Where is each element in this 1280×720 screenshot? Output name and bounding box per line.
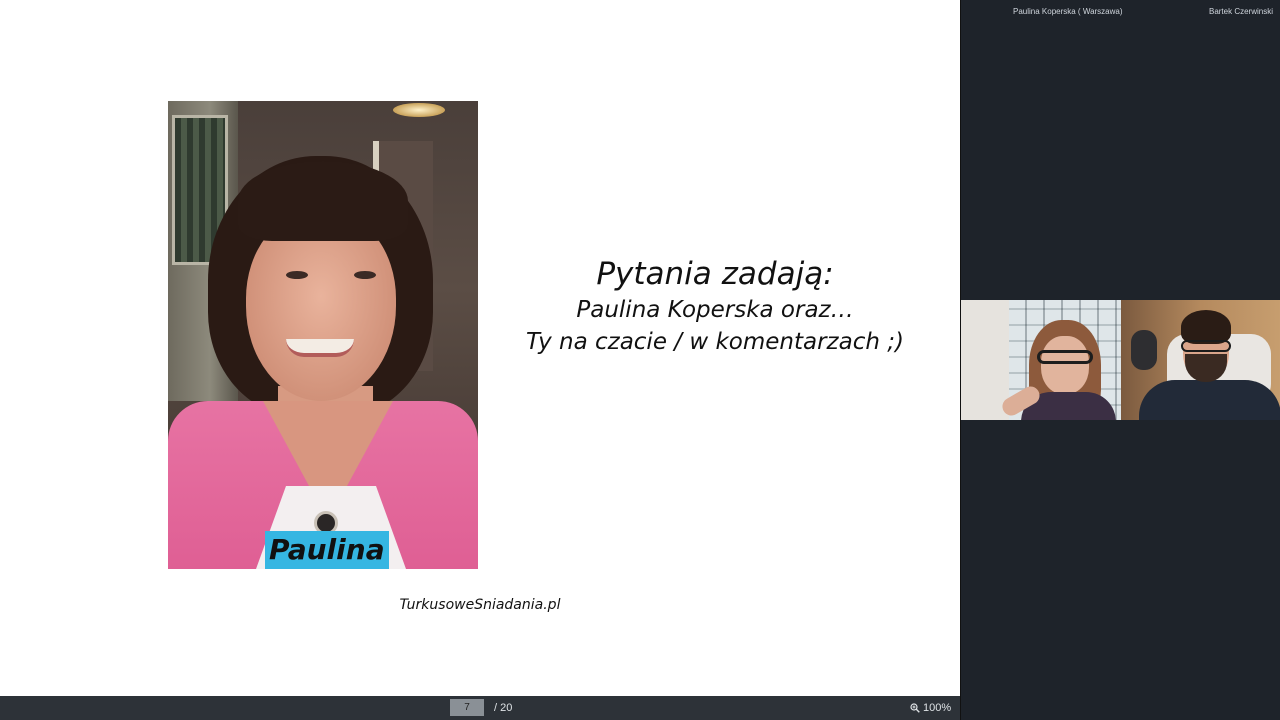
page-total: / 20 bbox=[494, 702, 513, 714]
video-panel: Paulina Koperska ( Warszawa) Bartek Czer… bbox=[960, 0, 1280, 720]
photo-lamp bbox=[393, 103, 445, 117]
page-number-input[interactable] bbox=[450, 699, 484, 716]
microphone-icon bbox=[1131, 330, 1157, 370]
presentation-slide: Paulina Pytania zadają: Paulina Koperska… bbox=[0, 0, 960, 696]
participant-label-bartek: Bartek Czerwinski bbox=[1208, 7, 1273, 16]
photo-eye-left bbox=[286, 271, 308, 279]
participant-glasses bbox=[1181, 340, 1231, 352]
zoom-level: 100% bbox=[923, 702, 952, 714]
video-tile-bartek[interactable] bbox=[1121, 300, 1280, 420]
viewer-toolbar: / 20 100% bbox=[0, 696, 960, 720]
zoom-in-icon[interactable] bbox=[910, 703, 920, 713]
slide-text-block: Pytania zadają: Paulina Koperska oraz… T… bbox=[500, 254, 930, 358]
slide-viewer: Paulina Pytania zadają: Paulina Koperska… bbox=[0, 0, 960, 720]
photo-eye-right bbox=[354, 271, 376, 279]
participant-label-paulina: Paulina Koperska ( Warszawa) bbox=[1013, 7, 1123, 16]
participant-glasses bbox=[1037, 350, 1093, 364]
video-tile-paulina[interactable] bbox=[961, 300, 1121, 420]
photo-bangs bbox=[238, 161, 408, 241]
slide-heading: Pytania zadają: bbox=[596, 256, 834, 292]
speaker-photo: Paulina bbox=[168, 101, 478, 569]
name-tag: Paulina bbox=[265, 531, 389, 569]
photo-smile bbox=[286, 339, 354, 357]
slide-footer-website: TurkusoweSniadania.pl bbox=[399, 597, 561, 613]
zoom-control[interactable]: 100% bbox=[910, 702, 951, 714]
participant-body bbox=[1139, 380, 1280, 420]
participant-face bbox=[1041, 336, 1089, 394]
participant-hair bbox=[1181, 310, 1231, 344]
slide-line: Ty na czacie / w komentarzach ;) bbox=[526, 329, 904, 355]
slide-line: Paulina Koperska oraz… bbox=[576, 297, 854, 323]
